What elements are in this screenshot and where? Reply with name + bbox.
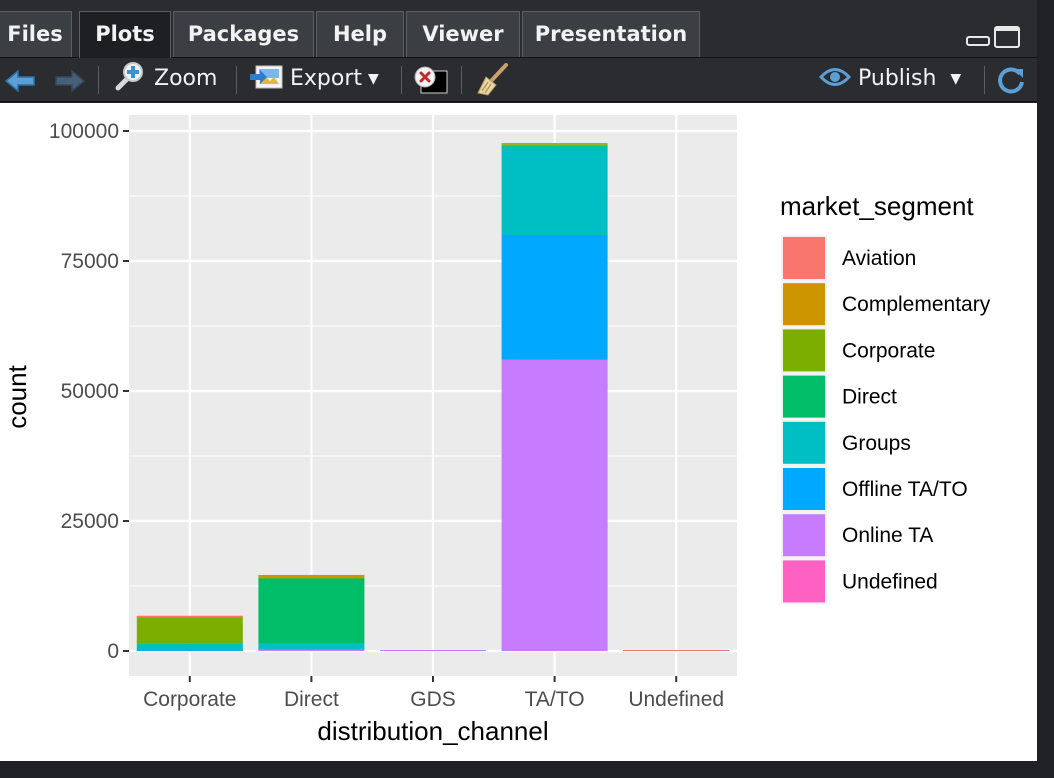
bar-segment [501, 144, 608, 146]
legend-label: Undefined [842, 570, 938, 593]
clear-all-plots-button[interactable] [474, 63, 510, 97]
publish-dropdown-caret-icon: ▼ [950, 71, 962, 87]
bar-segment [501, 142, 608, 144]
bar-segment [136, 643, 243, 651]
legend-key-swatch [783, 283, 825, 326]
publish-icon [818, 63, 852, 105]
remove-plot-icon [413, 66, 449, 101]
remove-plot-button[interactable] [413, 65, 449, 95]
zoom-label: Zoom [154, 66, 218, 91]
toolbar-separator [984, 66, 985, 94]
y-tick-label: 75000 [61, 250, 119, 273]
bar-segment [623, 650, 730, 651]
tab-viewer[interactable]: Viewer [406, 11, 520, 57]
tab-files[interactable]: Files [0, 11, 72, 57]
x-axis-title: distribution_channel [317, 716, 548, 746]
back-arrow-icon[interactable] [4, 67, 36, 93]
toolbar-separator [236, 66, 237, 94]
bar-segment [258, 649, 365, 651]
x-tick-label: Direct [284, 688, 339, 711]
legend-key-swatch [783, 514, 825, 557]
y-tick-label: 50000 [61, 380, 119, 403]
legend-key-swatch [783, 560, 825, 603]
export-dropdown-caret-icon: ▼ [368, 71, 379, 87]
bar-segment [136, 617, 243, 643]
bar-segment [501, 146, 608, 235]
zoom-magnifier-icon [114, 61, 146, 106]
y-tick-label: 25000 [61, 510, 119, 533]
refresh-button[interactable] [996, 65, 1026, 95]
toolbar-separator [461, 66, 462, 94]
plot-viewer: 0 25000 50000 75000 100000 Corporate Direct GD… [0, 103, 1037, 761]
legend-label: Direct [842, 386, 897, 409]
tab-plots[interactable]: Plots [79, 11, 171, 59]
x-tick-label: TA/TO [525, 688, 585, 711]
x-tick-label: Corporate [143, 688, 236, 711]
minimize-icon[interactable] [966, 36, 990, 46]
legend-key-swatch [783, 468, 825, 510]
toolbar-separator [401, 66, 402, 94]
legend-title: market_segment [780, 191, 974, 221]
tab-packages[interactable]: Packages [173, 11, 314, 57]
zoom-button[interactable]: Zoom [114, 58, 217, 102]
forward-arrow-icon[interactable] [54, 67, 86, 93]
bar-segment [258, 643, 365, 650]
legend-items: Aviation Complementary Corporate Direct Grou… [781, 235, 991, 605]
pane-tab-bar: Files Plots Packages Help Viewer Present… [0, 0, 1040, 59]
legend-label: Aviation [842, 247, 916, 270]
refresh-icon [996, 67, 1026, 101]
bar-segment [501, 359, 608, 651]
right-edge [1037, 0, 1054, 778]
x-tick-label: GDS [410, 688, 456, 711]
legend-label: Offline TA/TO [842, 478, 968, 501]
y-axis: 0 25000 50000 75000 100000 [49, 120, 129, 663]
toolbar-separator [98, 66, 99, 94]
legend: market_segment Aviation Complementary Corp… [780, 191, 991, 605]
legend-label: Corporate [842, 339, 935, 362]
export-button[interactable]: Export ▼ [250, 58, 379, 102]
bar-segment [258, 574, 365, 578]
tab-presentation[interactable]: Presentation [522, 11, 700, 57]
bottom-edge [0, 761, 1054, 778]
y-tick-label: 0 [107, 640, 119, 663]
x-tick-label: Undefined [628, 688, 724, 711]
bar-segment [380, 649, 486, 651]
legend-key-swatch [783, 375, 825, 418]
legend-key-swatch [783, 237, 825, 279]
plots-toolbar: Zoom Export ▼ Publish ▼ [0, 58, 1040, 102]
legend-key-swatch [783, 329, 825, 372]
legend-label: Complementary [842, 293, 991, 316]
stacked-bar-chart: 0 25000 50000 75000 100000 Corporate Direct GD… [2, 115, 991, 746]
broom-icon [474, 63, 510, 103]
export-label: Export [290, 66, 363, 91]
x-axis: Corporate Direct GDS TA/TO Undefined [143, 676, 724, 711]
y-tick-label: 100000 [49, 120, 119, 143]
tab-help[interactable]: Help [316, 11, 404, 57]
bar-segment [501, 235, 608, 360]
maximize-icon[interactable] [994, 26, 1020, 48]
bar-segment [136, 615, 243, 617]
publish-label: Publish [858, 66, 937, 91]
legend-key-swatch [783, 421, 825, 464]
bar-segment [258, 578, 365, 644]
publish-button[interactable]: Publish ▼ [818, 58, 961, 102]
legend-label: Groups [842, 432, 911, 455]
y-axis-title: count [2, 364, 32, 428]
legend-label: Online TA [842, 524, 933, 547]
bar-segment [501, 145, 608, 147]
export-image-icon [250, 63, 284, 105]
